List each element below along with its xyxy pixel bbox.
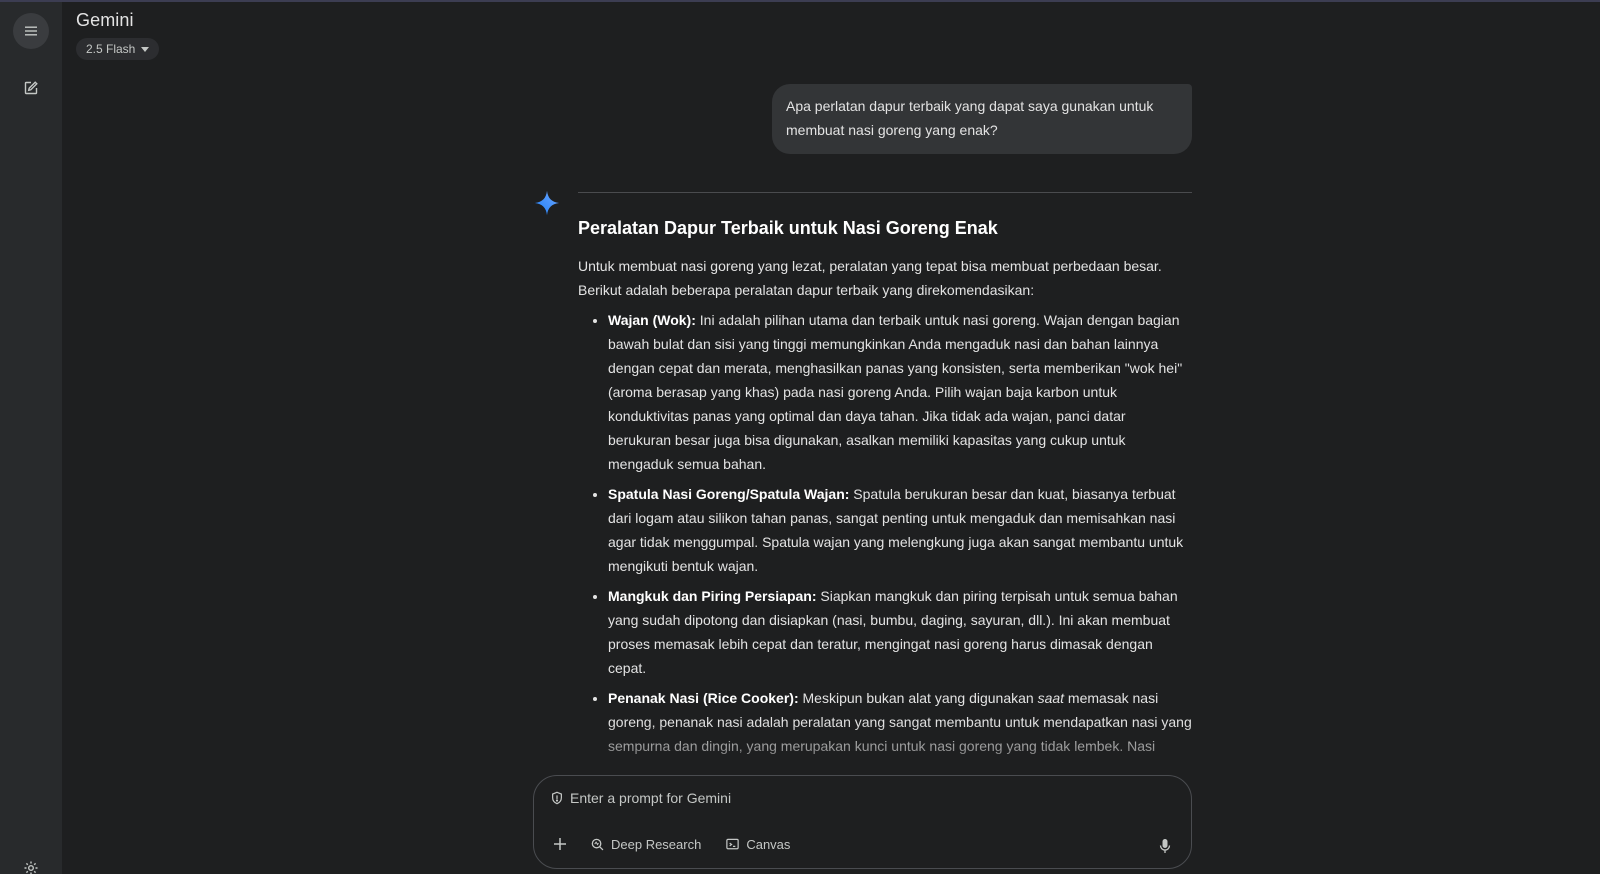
prompt-tools: Deep Research Canvas	[544, 830, 800, 858]
model-selector[interactable]: 2.5 Flash	[76, 38, 160, 60]
menu-icon	[25, 26, 37, 36]
list-item-title: Mangkuk dan Piring Persiapan:	[608, 588, 817, 604]
deep-research-icon	[591, 838, 604, 850]
response-intro: Untuk membuat nasi goreng yang lezat, pe…	[578, 258, 1162, 298]
canvas-label: Canvas	[746, 836, 791, 852]
model-name: 2.5 Flash	[86, 42, 136, 56]
canvas-button[interactable]: Canvas	[715, 830, 800, 858]
list-item: Mangkuk dan Piring Persiapan: Siapkan ma…	[608, 584, 1192, 680]
main-menu-button[interactable]	[13, 13, 49, 49]
gemini-sparkle-icon	[534, 190, 560, 216]
prompt-input-row	[550, 790, 1130, 806]
edit-icon	[24, 81, 38, 95]
settings-button[interactable]	[13, 850, 49, 874]
canvas-icon	[726, 838, 740, 849]
gear-icon	[24, 861, 38, 874]
response-heading: Peralatan Dapur Terbaik untuk Nasi Goren…	[578, 218, 998, 238]
app-title: Gemini	[76, 10, 134, 30]
caret-down-icon	[141, 46, 150, 52]
response-divider	[578, 192, 1192, 193]
list-item-title: Spatula Nasi Goreng/Spatula Wajan:	[608, 486, 850, 502]
deep-research-label: Deep Research	[611, 836, 702, 852]
gemini-app: Gemini 2.5 Flash Apa perlatan dapur terb…	[0, 0, 1600, 874]
shield-icon	[552, 791, 562, 805]
deep-research-button[interactable]: Deep Research	[580, 830, 711, 858]
response-list: Wajan (Wok): Ini adalah pilihan utama da…	[578, 308, 1192, 758]
list-item-title: Penanak Nasi (Rice Cooker):	[608, 690, 799, 706]
list-item-emphasis: saat	[1037, 690, 1065, 706]
microphone-button[interactable]	[1151, 832, 1179, 860]
plus-icon	[554, 838, 566, 850]
prompt-input[interactable]	[570, 790, 1130, 806]
sidebar	[0, 2, 62, 874]
list-item: Penanak Nasi (Rice Cooker): Meskipun buk…	[608, 686, 1192, 758]
user-message-bubble: Apa perlatan dapur terbaik yang dapat sa…	[772, 84, 1192, 154]
list-item-text: Meskipun bukan alat yang digunakan	[798, 690, 1038, 706]
model-response: Peralatan Dapur Terbaik untuk Nasi Goren…	[578, 214, 1192, 764]
prompt-box: Deep Research Canvas	[533, 775, 1192, 869]
list-item-text: Ini adalah pilihan utama dan terbaik unt…	[608, 312, 1183, 472]
add-files-button[interactable]	[544, 830, 576, 858]
new-chat-button[interactable]	[13, 70, 49, 106]
list-item: Spatula Nasi Goreng/Spatula Wajan: Spatu…	[608, 482, 1192, 578]
list-item-title: Wajan (Wok):	[608, 312, 696, 328]
list-item: Wajan (Wok): Ini adalah pilihan utama da…	[608, 308, 1192, 476]
mic-icon	[1159, 839, 1171, 853]
user-message-text: Apa perlatan dapur terbaik yang dapat sa…	[786, 98, 1154, 138]
